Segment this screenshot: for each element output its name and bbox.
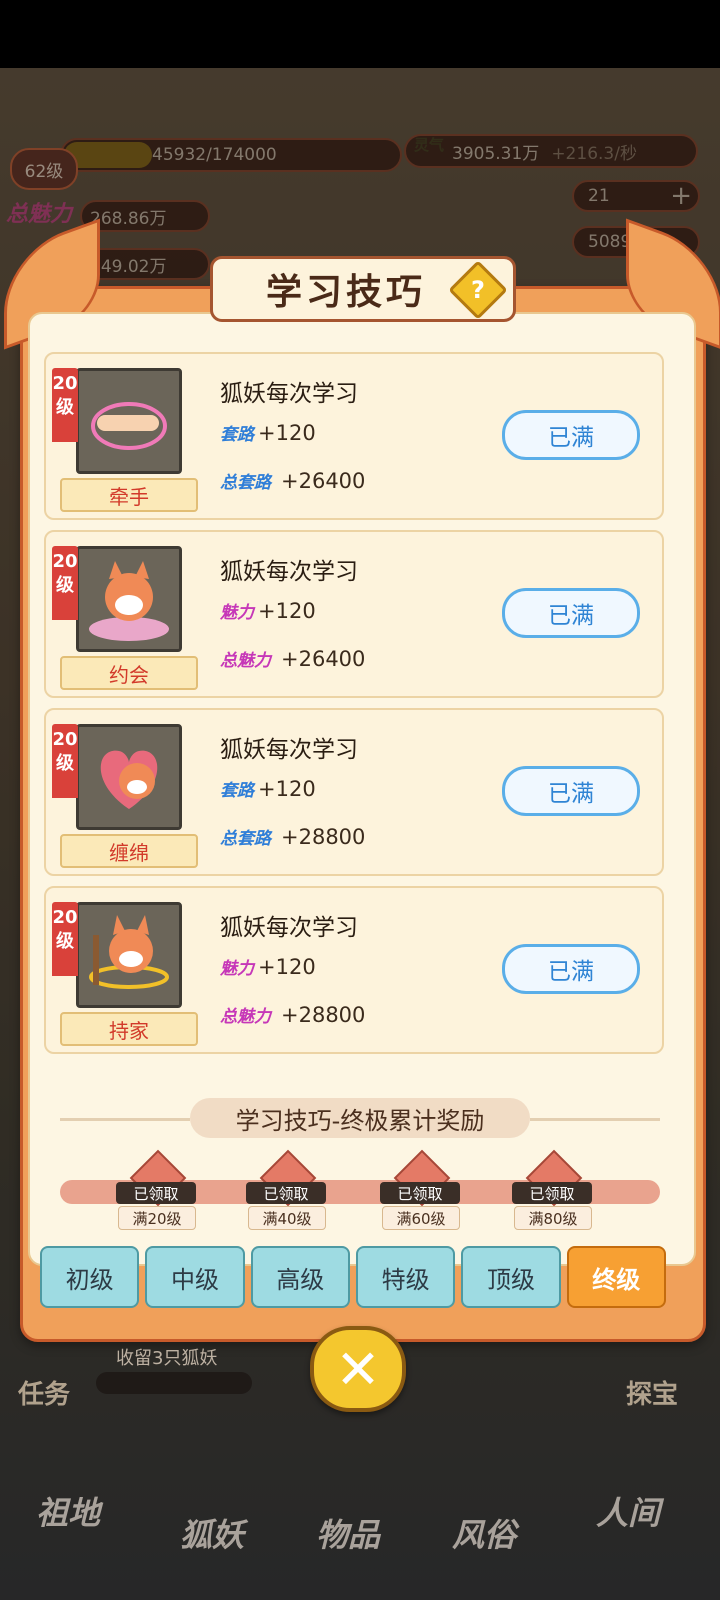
skill-desc: 狐妖每次学习 <box>220 737 358 763</box>
skill-total-value: +28800 <box>281 1002 366 1027</box>
skill-attr-value: +120 <box>258 598 316 623</box>
close-button[interactable]: ✕ <box>310 1326 406 1412</box>
skill-card: 20级 牵手 狐妖每次学习 套路 +120 总套路 +26400 已满 <box>44 352 664 520</box>
reward-requirement: 满80级 <box>514 1206 592 1230</box>
skill-total-row: 总套路 +26400 <box>220 468 366 494</box>
skill-name: 缠绵 <box>60 834 198 868</box>
close-icon: ✕ <box>335 1337 381 1401</box>
skill-total-row: 总套路 +28800 <box>220 824 366 850</box>
tab-intermediate[interactable]: 中级 <box>145 1246 245 1308</box>
task-label[interactable]: 任务 <box>18 1374 70 1411</box>
total-route-icon: 总套路 <box>220 829 271 849</box>
route-attr-icon: 套路 <box>220 781 254 801</box>
nav-items[interactable]: 物品 <box>316 1510 380 1556</box>
skill-card: 20级 缠绵 狐妖每次学习 套路 +120 总套路 +28800 已满 <box>44 708 664 876</box>
skill-attr-row: 套路 +120 <box>220 420 316 446</box>
skill-name: 牵手 <box>60 478 198 512</box>
reward-node[interactable]: 已领取 满80级 <box>506 1149 598 1230</box>
panel-title-plate: 学习技巧 ? <box>210 256 516 322</box>
total-route-icon: 总套路 <box>220 473 271 493</box>
charm-attr-icon: 魅力 <box>220 959 254 979</box>
nav-fox[interactable]: 狐妖 <box>180 1510 244 1556</box>
skill-attr-value: +120 <box>258 954 316 979</box>
skill-max-button[interactable]: 已满 <box>502 944 640 994</box>
status-bar <box>0 0 720 68</box>
reward-claimed-tag: 已领取 <box>246 1182 326 1204</box>
reward-section-header: 学习技巧-终极累计奖励 <box>60 1098 660 1140</box>
nav-customs[interactable]: 风俗 <box>452 1510 516 1556</box>
nav-ancestral-land[interactable]: 祖地 <box>36 1488 100 1534</box>
skill-desc: 狐妖每次学习 <box>220 915 358 941</box>
reward-claimed-tag: 已领取 <box>380 1182 460 1204</box>
skill-level-badge: 20级 <box>52 546 78 620</box>
skill-level-badge: 20级 <box>52 902 78 976</box>
skill-attr-row: 套路 +120 <box>220 776 316 802</box>
reward-requirement: 满40级 <box>248 1206 326 1230</box>
skill-desc: 狐妖每次学习 <box>220 559 358 585</box>
tab-special[interactable]: 特级 <box>355 1246 456 1308</box>
skill-name: 约会 <box>60 656 198 690</box>
panel-title: 学习技巧 <box>265 271 426 313</box>
divider <box>60 1118 190 1121</box>
skill-level-badge: 20级 <box>52 724 78 798</box>
reward-claimed-tag: 已领取 <box>512 1182 592 1204</box>
skill-max-button[interactable]: 已满 <box>502 766 640 816</box>
tab-top[interactable]: 顶级 <box>461 1246 561 1308</box>
skill-max-button[interactable]: 已满 <box>502 588 640 638</box>
nav-human-world[interactable]: 人间 <box>596 1488 660 1534</box>
skill-total-row: 总魅力 +28800 <box>220 1002 366 1028</box>
skill-attr-value: +120 <box>258 776 316 801</box>
skill-name: 持家 <box>60 1012 198 1046</box>
skill-desc: 狐妖每次学习 <box>220 381 358 407</box>
skill-thumb-handholding <box>76 368 182 474</box>
skill-total-value: +26400 <box>281 646 366 671</box>
skill-level-badge: 20级 <box>52 368 78 442</box>
skill-total-row: 总魅力 +26400 <box>220 646 366 672</box>
reward-node[interactable]: 已领取 满20级 <box>110 1149 202 1230</box>
total-charm-icon: 总魅力 <box>220 651 271 671</box>
reward-node[interactable]: 已领取 满60级 <box>374 1149 466 1230</box>
total-charm-icon: 总魅力 <box>220 1007 271 1027</box>
skill-thumb-housekeeping <box>76 902 182 1008</box>
divider <box>530 1118 660 1121</box>
skill-thumb-embrace <box>76 724 182 830</box>
reward-title: 学习技巧-终极累计奖励 <box>190 1098 530 1138</box>
reward-claimed-tag: 已领取 <box>116 1182 196 1204</box>
help-icon[interactable]: ? <box>448 260 508 320</box>
skill-total-value: +26400 <box>281 468 366 493</box>
tier-tabs: 初级 中级 高级 特级 顶级 终级 <box>40 1246 666 1308</box>
task-text: 收留3只狐妖 <box>116 1348 218 1369</box>
skill-thumb-date <box>76 546 182 652</box>
skill-attr-row: 魅力 +120 <box>220 598 316 624</box>
task-progress-bar <box>96 1372 252 1394</box>
treasure-label[interactable]: 探宝 <box>626 1374 678 1411</box>
skill-card: 20级 持家 狐妖每次学习 魅力 +120 总魅力 +28800 已满 <box>44 886 664 1054</box>
tab-beginner[interactable]: 初级 <box>40 1246 140 1308</box>
skill-card: 20级 约会 狐妖每次学习 魅力 +120 总魅力 +26400 已满 <box>44 530 664 698</box>
reward-node[interactable]: 已领取 满40级 <box>240 1149 332 1230</box>
tab-advanced[interactable]: 高级 <box>250 1246 350 1308</box>
skill-attr-row: 魅力 +120 <box>220 954 316 980</box>
charm-attr-icon: 魅力 <box>220 603 254 623</box>
tab-ultimate[interactable]: 终级 <box>566 1246 666 1308</box>
skill-attr-value: +120 <box>258 420 316 445</box>
skill-max-button[interactable]: 已满 <box>502 410 640 460</box>
reward-requirement: 满20级 <box>118 1206 196 1230</box>
reward-requirement: 满60级 <box>382 1206 460 1230</box>
skill-total-value: +28800 <box>281 824 366 849</box>
route-attr-icon: 套路 <box>220 425 254 445</box>
